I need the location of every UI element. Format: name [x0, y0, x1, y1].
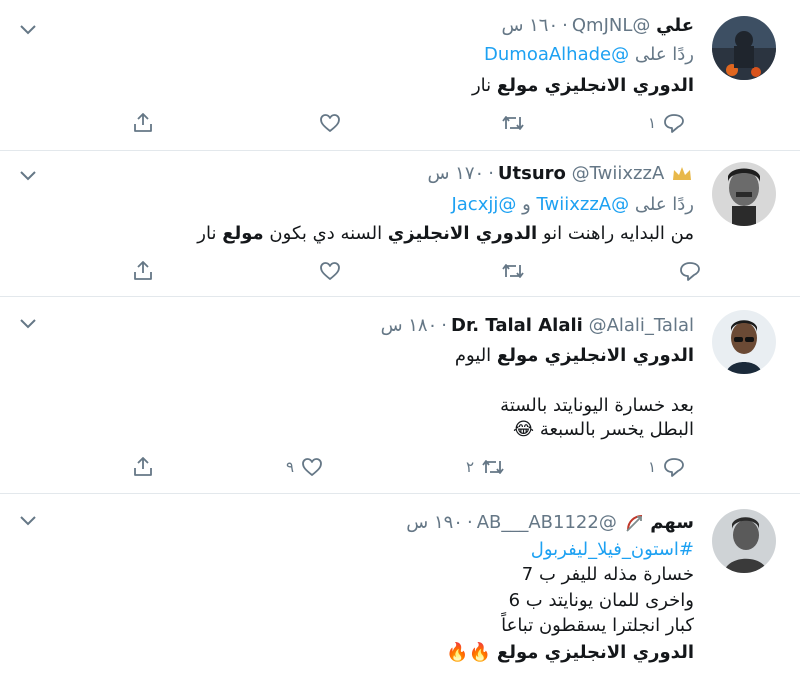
tweet-text-rest: نار: [471, 75, 497, 96]
tweet-text-bold: الدوري الانجليزي مولع: [496, 345, 694, 366]
share-button[interactable]: [131, 454, 155, 480]
share-icon: [131, 112, 155, 134]
tweet-text-bold: الدوري الانجليزي مولع: [496, 642, 694, 663]
hashtag-text[interactable]: #استون_فيلا_ليفربول: [531, 539, 694, 560]
heart-icon: [318, 112, 342, 134]
like-button[interactable]: [312, 110, 342, 136]
fire-emoji: 🔥🔥: [446, 642, 492, 663]
user-handle[interactable]: @TwiixzzA: [572, 163, 665, 184]
reply-button[interactable]: [672, 258, 702, 284]
reply-context: ردًا على @TwiixzzA و @Jacxjj: [451, 193, 694, 217]
tweet-3[interactable]: Dr. Talal Alali @Alali_Talal·١٨٠ س الدور…: [0, 296, 800, 494]
tweet-actions: [0, 258, 800, 284]
hashtag-link[interactable]: #استون_فيلا_ليفربول: [531, 538, 694, 562]
user-handle[interactable]: @QmJNL: [572, 15, 651, 36]
tweet-text: واخرى للمان يونايتد ب 6: [508, 590, 694, 611]
tweet-text: بعد خسارة اليونايتد بالستة: [500, 395, 694, 416]
chevron-down-icon[interactable]: [18, 22, 38, 36]
like-button[interactable]: ٩: [286, 454, 324, 480]
tweet-text-part: نار: [197, 223, 223, 244]
tweet-text: البطل يخسر بالسبعة 😂: [513, 418, 694, 442]
user-handle[interactable]: @AB___AB1122: [477, 512, 617, 533]
retweet-icon: [500, 112, 526, 134]
reply-joiner: و: [522, 194, 531, 215]
bow-arrow-icon: [623, 513, 645, 533]
tweet-header: علي @QmJNL·١٦٠ س: [501, 15, 694, 36]
reply-icon: [678, 260, 702, 282]
tweet-time[interactable]: ١٨٠ س: [381, 315, 438, 336]
reply-icon: [662, 112, 686, 134]
chevron-down-icon[interactable]: [18, 513, 38, 527]
like-button[interactable]: [312, 258, 342, 284]
retweet-button[interactable]: [494, 110, 526, 136]
tweet-header: Utsuro @TwiixzzA·١٧٠ س: [427, 162, 694, 186]
tweet-header: سهم @AB___AB1122·١٩٠ س: [406, 512, 694, 533]
chevron-down-icon[interactable]: [18, 168, 38, 182]
tweet-text: الدوري الانجليزي مولع 🔥🔥: [446, 641, 694, 665]
tweet-actions: ١ ٢ ٩: [0, 454, 800, 480]
reply-context: ردًا على @DumoaAlhade: [484, 43, 694, 67]
tweet-text-part: البطل يخسر بالسبعة: [539, 419, 694, 440]
tweet-4[interactable]: سهم @AB___AB1122·١٩٠ س #استون_فيلا_ليفرب…: [0, 493, 800, 673]
laughing-emoji: 😂: [513, 419, 535, 440]
reply-prefix: ردًا على: [634, 194, 694, 215]
tweet-time[interactable]: ١٧٠ س: [427, 163, 484, 184]
heart-icon: [300, 456, 324, 478]
display-name[interactable]: سهم: [650, 512, 694, 533]
avatar[interactable]: [712, 16, 776, 80]
reply-icon: [662, 456, 686, 478]
share-button[interactable]: [131, 258, 155, 284]
tweet-text-bold: الدوري الانجليزي: [387, 223, 538, 244]
avatar[interactable]: [712, 509, 776, 573]
tweet-text: من البدايه راهنت انو الدوري الانجليزي ال…: [197, 222, 694, 246]
reply-button[interactable]: ١: [648, 110, 686, 136]
like-count: ٩: [286, 458, 295, 476]
tweet-text: الدوري الانجليزي مولع نار: [472, 74, 694, 98]
mention-link[interactable]: @Jacxjj: [451, 194, 516, 215]
avatar[interactable]: [712, 310, 776, 374]
tweet-header: Dr. Talal Alali @Alali_Talal·١٨٠ س: [380, 315, 694, 336]
avatar[interactable]: [712, 162, 776, 226]
display-name[interactable]: Utsuro: [498, 163, 566, 184]
user-handle[interactable]: @Alali_Talal: [589, 315, 694, 336]
reply-count: ١: [648, 458, 657, 476]
reply-count: ١: [648, 114, 657, 132]
share-icon: [131, 456, 155, 478]
retweet-button[interactable]: ٢: [466, 454, 506, 480]
tweet-2[interactable]: Utsuro @TwiixzzA·١٧٠ س ردًا على @Twiixzz…: [0, 150, 800, 297]
tweet-text: خسارة مذله لليفر ب 7: [521, 564, 694, 585]
heart-icon: [318, 260, 342, 282]
tweet-text-bold: مولع: [222, 223, 264, 244]
share-button[interactable]: [131, 110, 155, 136]
tweet-text-rest: اليوم: [454, 345, 497, 366]
tweet-text: كبار انجلترا يسقطون تباعاً: [501, 615, 694, 636]
chevron-down-icon[interactable]: [18, 316, 38, 330]
tweet-time[interactable]: ١٦٠ س: [501, 15, 558, 36]
retweet-icon: [480, 456, 506, 478]
tweet-text: الدوري الانجليزي مولع اليوم: [455, 344, 694, 368]
tweet-actions: ١: [0, 110, 800, 136]
display-name[interactable]: علي: [656, 15, 694, 36]
mention-link[interactable]: @TwiixzzA: [537, 194, 630, 215]
retweet-count: ٢: [466, 458, 475, 476]
retweet-button[interactable]: [494, 258, 526, 284]
share-icon: [131, 260, 155, 282]
retweet-icon: [500, 260, 526, 282]
crown-icon: [670, 164, 694, 184]
tweet-text-part: السنه دي بكون: [263, 223, 388, 244]
mention-link[interactable]: @DumoaAlhade: [484, 44, 629, 65]
tweet-time[interactable]: ١٩٠ س: [406, 512, 463, 533]
tweet-text-bold: الدوري الانجليزي مولع: [496, 75, 694, 96]
tweet-1[interactable]: علي @QmJNL·١٦٠ س ردًا على @DumoaAlhade ا…: [0, 0, 800, 151]
reply-prefix: ردًا على: [634, 44, 694, 65]
display-name[interactable]: Dr. Talal Alali: [451, 315, 583, 336]
tweet-text-part: من البدايه راهنت انو: [537, 223, 694, 244]
reply-button[interactable]: ١: [648, 454, 686, 480]
